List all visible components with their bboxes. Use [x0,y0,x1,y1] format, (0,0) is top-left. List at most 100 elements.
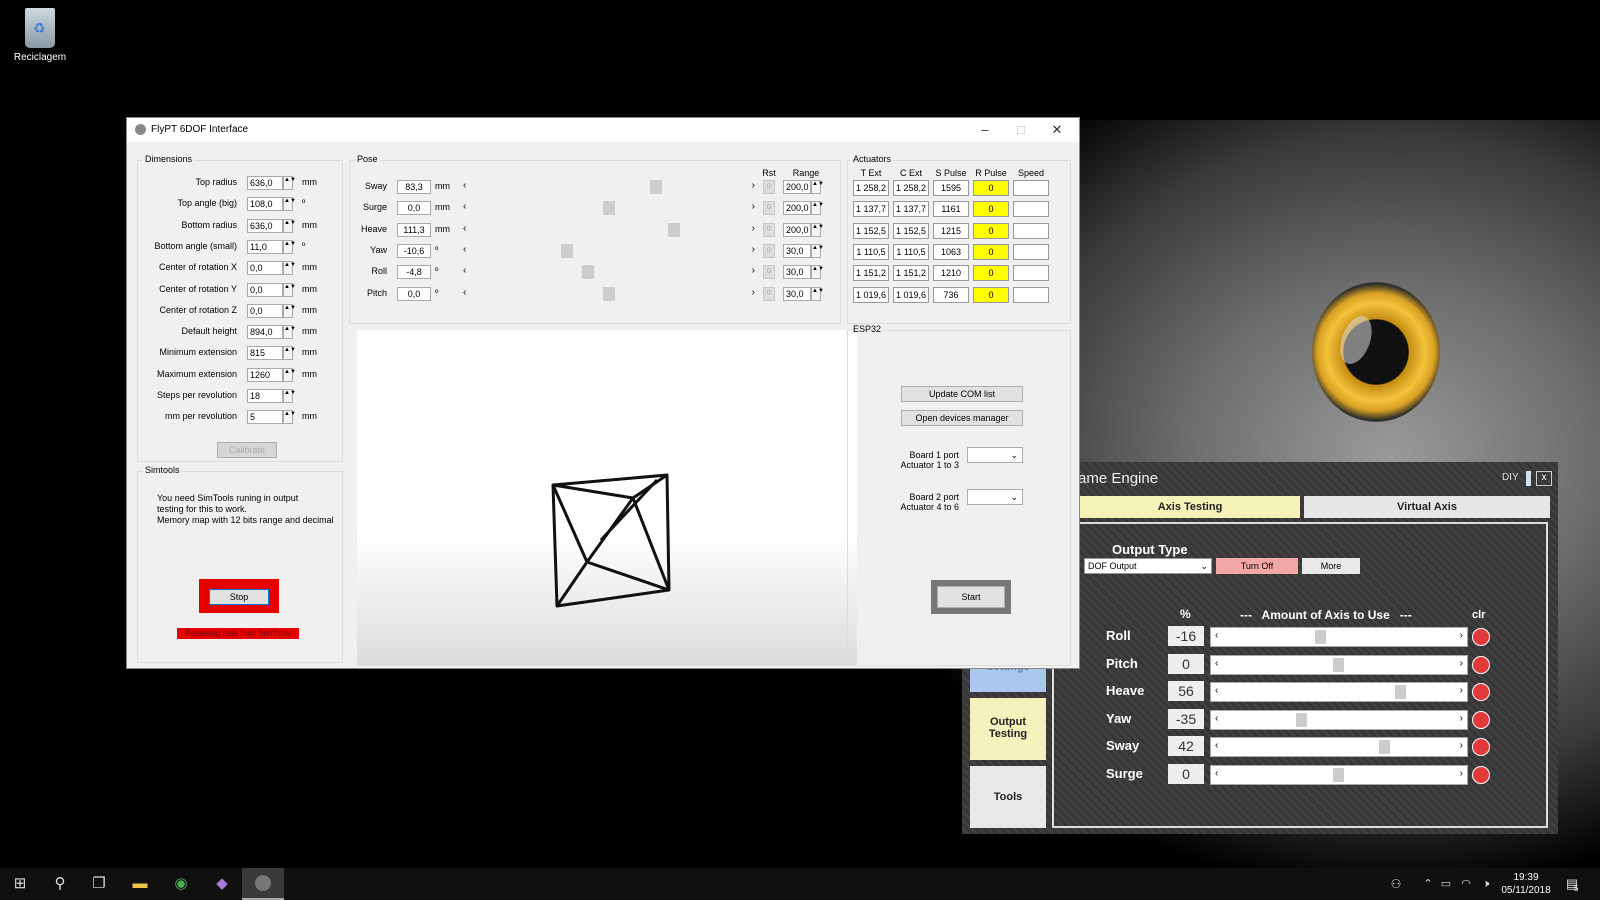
spinner-arrows-icon[interactable]: ▲▼ [283,239,296,254]
chevron-left-icon[interactable]: ‹ [463,223,466,234]
axis-slider[interactable]: ‹ › [1210,737,1468,757]
chevron-left-icon[interactable]: ‹ [463,287,466,298]
chevron-left-icon[interactable]: ‹ [463,244,466,255]
chevron-left-icon[interactable]: ‹ [1215,768,1218,779]
reset-button[interactable]: 0 [763,265,775,280]
spinner-arrows-icon[interactable]: ▲▼ [283,367,296,382]
calibrate-button[interactable]: Calibrate [217,442,277,458]
pose-slider-thumb[interactable] [603,286,615,301]
tab-axis-testing[interactable]: Axis Testing [1080,496,1300,518]
sidebar-tools-button[interactable]: Tools [970,766,1046,828]
chevron-left-icon[interactable]: ‹ [463,201,466,212]
pose-slider-thumb[interactable] [582,265,595,280]
spinner-arrows-icon[interactable]: ▲▼ [283,325,296,340]
range-input[interactable]: 30,0 [783,265,811,280]
range-input[interactable]: 200,0 [783,201,811,216]
dimension-input[interactable]: 636,0 [247,176,283,190]
spinner-arrows-icon[interactable]: ▲▼ [811,243,824,258]
chevron-right-icon[interactable]: › [752,201,755,212]
spinner-arrows-icon[interactable]: ▲▼ [283,261,296,276]
clear-axis-button[interactable] [1472,765,1490,784]
notifications-icon[interactable]: ▤ [1562,874,1582,894]
pose-slider[interactable]: ‹ › [463,222,755,237]
chevron-right-icon[interactable]: › [752,287,755,298]
chrome-icon[interactable]: ◉ [171,874,191,894]
chevron-right-icon[interactable]: › [1460,768,1463,779]
pose-slider-thumb[interactable] [649,180,662,194]
chevron-right-icon[interactable]: › [1460,713,1463,724]
chevron-right-icon[interactable]: › [1460,740,1463,751]
recycle-bin-shortcut[interactable]: Reciclagem [10,8,70,63]
axis-slider[interactable]: ‹ › [1210,682,1468,702]
minimize-button[interactable]: – [971,121,999,139]
reset-button[interactable]: 0 [763,180,775,194]
people-icon[interactable]: ⚇ [1386,874,1406,894]
dimension-input[interactable]: 0,0 [247,303,283,318]
spinner-arrows-icon[interactable]: ▲▼ [811,286,824,301]
clock[interactable]: 19:39 05/11/2018 [1498,871,1554,897]
range-input[interactable]: 200,0 [783,180,811,194]
flypt-taskbar-button[interactable] [242,868,284,900]
reset-button[interactable]: 0 [763,243,775,258]
chevron-left-icon[interactable]: ‹ [1215,740,1218,751]
sidebar-output-testing-button[interactable]: Output Testing [970,698,1046,760]
volume-muted-icon[interactable]: 🕨 [1476,874,1496,894]
axis-slider-thumb[interactable] [1379,740,1391,754]
clear-axis-button[interactable] [1472,710,1490,729]
spinner-arrows-icon[interactable]: ▲▼ [811,201,824,216]
spinner-arrows-icon[interactable]: ▲▼ [283,218,296,233]
chevron-right-icon[interactable]: › [1460,658,1463,669]
chevron-left-icon[interactable]: ‹ [1215,685,1218,696]
output-type-select[interactable]: DOF Output ⌄ [1084,558,1212,574]
task-view-icon[interactable]: ❐ [89,874,109,894]
visual-studio-icon[interactable]: ◆ [212,874,232,894]
chevron-left-icon[interactable]: ‹ [463,180,466,191]
pose-slider-thumb[interactable] [668,222,680,237]
spinner-arrows-icon[interactable]: ▲▼ [283,176,296,190]
clear-axis-button[interactable] [1472,655,1490,674]
chevron-right-icon[interactable]: › [1460,630,1463,641]
chevron-right-icon[interactable]: › [752,244,755,255]
more-button[interactable]: More [1302,558,1360,574]
battery-icon[interactable]: ▭ [1436,874,1456,894]
clear-axis-button[interactable] [1472,738,1490,756]
dimension-input[interactable]: 0,0 [247,261,283,276]
axis-slider[interactable]: ‹ › [1210,627,1468,647]
chevron-left-icon[interactable]: ‹ [463,265,466,276]
board1-port-select[interactable]: ⌄ [967,447,1023,463]
pose-slider[interactable]: ‹ › [463,180,755,194]
reset-button[interactable]: 0 [763,286,775,301]
sim-engine-close-button[interactable]: x [1536,471,1552,486]
spinner-arrows-icon[interactable]: ▲▼ [283,282,296,297]
clear-axis-button[interactable] [1472,628,1490,646]
axis-slider-thumb[interactable] [1394,685,1406,699]
pose-slider[interactable]: ‹ › [463,265,755,280]
axis-slider[interactable]: ‹ › [1210,709,1468,730]
maximize-button[interactable]: □ [1007,121,1035,139]
dimension-input[interactable]: 18 [247,389,283,403]
chevron-right-icon[interactable]: › [752,265,755,276]
board2-port-select[interactable]: ⌄ [967,489,1023,505]
windows-start-icon[interactable]: ⊞ [10,874,30,894]
pose-slider[interactable]: ‹ › [463,286,755,301]
chevron-left-icon[interactable]: ‹ [1215,630,1218,641]
spinner-arrows-icon[interactable]: ▲▼ [283,389,296,403]
dimension-input[interactable]: 636,0 [247,218,283,233]
dimension-input[interactable]: 11,0 [247,239,283,254]
chevron-right-icon[interactable]: › [752,223,755,234]
reset-button[interactable]: 0 [763,201,775,216]
dimension-input[interactable]: 0,0 [247,282,283,297]
range-input[interactable]: 30,0 [783,243,811,258]
title-bar[interactable]: FlyPT 6DOF Interface – □ ✕ [127,118,1079,142]
axis-slider-thumb[interactable] [1315,630,1327,644]
chevron-up-icon[interactable]: ⌃ [1418,874,1438,894]
axis-slider[interactable]: ‹ › [1210,654,1468,675]
dimension-input[interactable]: 815 [247,346,283,361]
spinner-arrows-icon[interactable]: ▲▼ [811,265,824,280]
range-input[interactable]: 200,0 [783,222,811,237]
start-button[interactable]: Start [937,586,1005,608]
file-explorer-icon[interactable]: ▬ [130,874,150,894]
close-button[interactable]: ✕ [1043,121,1071,139]
spinner-arrows-icon[interactable]: ▲▼ [283,346,296,361]
pose-slider-thumb[interactable] [561,243,574,258]
